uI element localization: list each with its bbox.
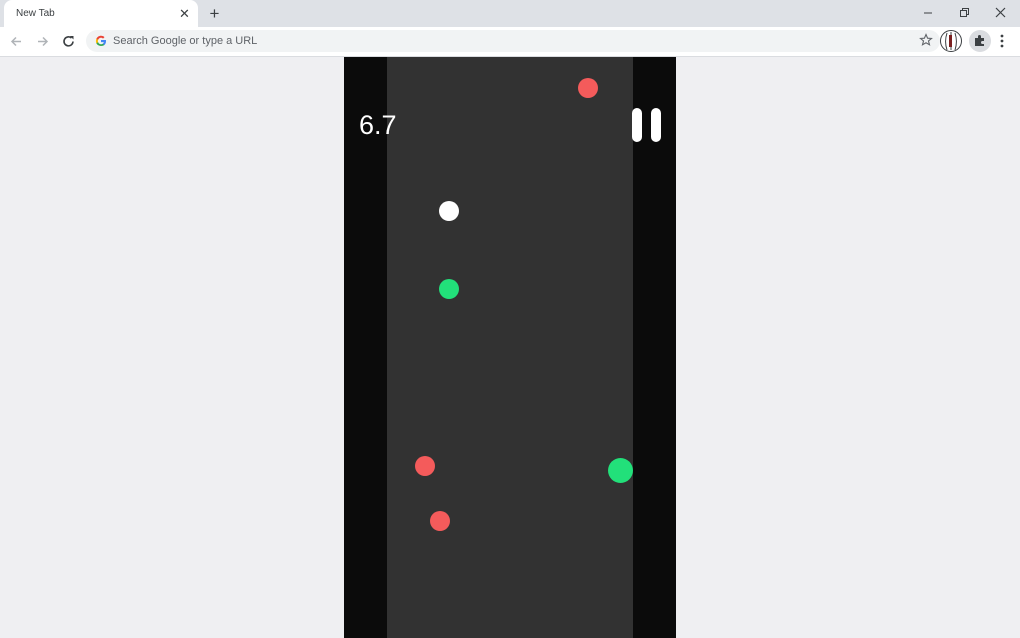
tab-close-icon[interactable]: ✕ <box>177 6 192 21</box>
pause-bar-right <box>651 108 661 142</box>
extensions-puzzle-icon[interactable] <box>969 30 991 52</box>
new-tab-button[interactable]: + <box>206 5 223 22</box>
player-ball[interactable] <box>439 201 459 221</box>
tab-strip: New Tab ✕ + <box>0 0 1020 27</box>
game-track <box>387 57 633 638</box>
reload-icon[interactable] <box>60 33 77 50</box>
hazard-dot <box>430 511 450 531</box>
back-icon[interactable] <box>8 33 25 50</box>
pause-bar-left <box>632 108 642 142</box>
bonus-dot <box>439 279 459 299</box>
hazard-dot <box>415 456 435 476</box>
browser-menu-icon[interactable] <box>995 32 1009 50</box>
close-window-icon[interactable] <box>991 4 1011 22</box>
tab-new-tab[interactable]: New Tab ✕ <box>4 0 198 27</box>
forward-icon[interactable] <box>34 33 51 50</box>
omnibox[interactable]: Search Google or type a URL <box>86 30 940 52</box>
minimize-icon[interactable] <box>918 4 938 22</box>
bonus-dot <box>608 458 633 483</box>
profile-avatar-icon[interactable] <box>940 30 962 52</box>
restore-icon[interactable] <box>954 4 974 22</box>
score-display: 6.7 <box>359 110 397 140</box>
pause-icon[interactable] <box>632 108 662 142</box>
bookmark-star-icon[interactable] <box>918 32 934 48</box>
hazard-dot <box>578 78 598 98</box>
google-g-icon <box>95 35 106 46</box>
tab-title: New Tab <box>16 8 55 19</box>
game-canvas[interactable]: 6.7 <box>344 57 676 638</box>
omnibox-placeholder: Search Google or type a URL <box>113 35 258 47</box>
browser-toolbar: Search Google or type a URL <box>0 27 1020 57</box>
